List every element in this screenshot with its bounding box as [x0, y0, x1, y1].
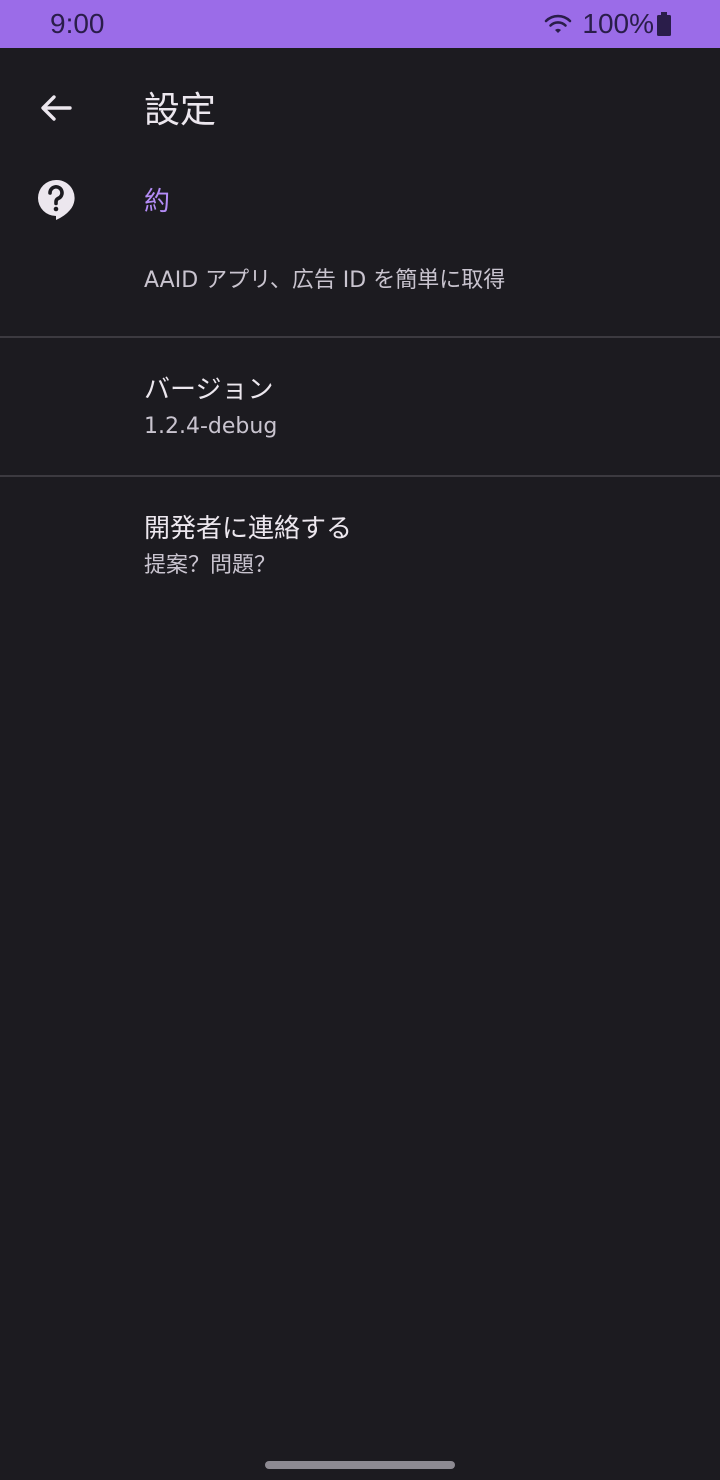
category-title-about: 約	[144, 187, 171, 217]
pref-summary: 提案？問題？	[144, 553, 277, 578]
pref-item-version[interactable]: バージョン 1.2.4-debug	[0, 338, 720, 475]
arrow-back-icon	[41, 95, 72, 121]
pref-summary: 1.2.4-debug	[144, 414, 278, 439]
page-title: 設定	[144, 90, 217, 131]
pref-item-contact-developer[interactable]: 開発者に連絡する 提案？問題？	[0, 477, 720, 614]
toolbar: 設定	[0, 48, 720, 178]
status-time: 9:00	[50, 8, 105, 39]
about-description: AAID アプリ、広告 ID を簡単に取得	[144, 268, 506, 293]
pref-title: バージョン	[144, 375, 274, 405]
status-bar: 9:00 100%	[0, 0, 720, 48]
help-bubble-icon	[38, 179, 75, 220]
battery-icon	[657, 12, 671, 36]
gesture-nav-handle[interactable]	[265, 1461, 455, 1469]
battery-percent: 100%	[582, 8, 654, 39]
back-button[interactable]	[26, 78, 86, 138]
wifi-icon	[545, 14, 572, 33]
status-indicators: 100%	[544, 6, 672, 42]
pref-title: 開発者に連絡する	[144, 514, 353, 544]
